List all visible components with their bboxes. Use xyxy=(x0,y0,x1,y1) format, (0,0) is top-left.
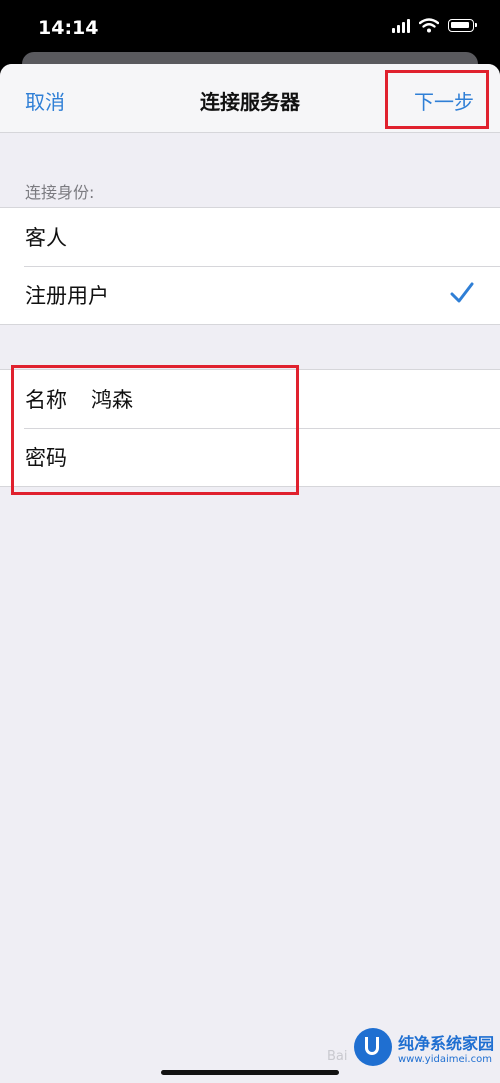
connect-server-sheet: 取消 连接服务器 下一步 连接身份: 客人 注册用户 名称 鸿森 密码 Bai … xyxy=(0,64,500,1083)
password-field[interactable]: 密码 xyxy=(0,428,500,486)
watermark-logo-icon xyxy=(353,1028,392,1066)
identity-option-label: 注册用户 xyxy=(25,284,109,308)
battery-icon xyxy=(448,19,477,32)
credentials-group: 名称 鸿森 密码 xyxy=(0,369,500,487)
navigation-bar: 取消 连接服务器 下一步 xyxy=(0,64,500,133)
watermark-url: www.yidaimei.com xyxy=(397,1053,492,1065)
identity-option-guest[interactable]: 客人 xyxy=(0,208,500,266)
checkmark-icon xyxy=(450,282,474,303)
identity-option-label: 客人 xyxy=(25,226,67,250)
next-step-button[interactable]: 下一步 xyxy=(414,86,474,115)
identity-option-registered-user[interactable]: 注册用户 xyxy=(0,266,500,324)
password-label: 密码 xyxy=(25,446,67,470)
wifi-icon xyxy=(419,18,439,33)
site-watermark: 纯净系统家园 www.yidaimei.com xyxy=(353,1028,494,1066)
status-time: 14:14 xyxy=(38,17,99,39)
status-icons xyxy=(392,18,477,33)
name-field[interactable]: 名称 鸿森 xyxy=(0,370,500,428)
watermark-title: 纯净系统家园 xyxy=(397,1033,494,1053)
cellular-signal-icon xyxy=(392,18,410,33)
name-label: 名称 xyxy=(25,388,67,412)
name-input[interactable]: 鸿森 xyxy=(91,384,133,414)
home-indicator[interactable] xyxy=(161,1070,339,1075)
baidu-watermark: Bai xyxy=(327,1049,348,1064)
identity-section-header: 连接身份: xyxy=(25,183,95,202)
identity-options: 客人 注册用户 xyxy=(0,207,500,325)
